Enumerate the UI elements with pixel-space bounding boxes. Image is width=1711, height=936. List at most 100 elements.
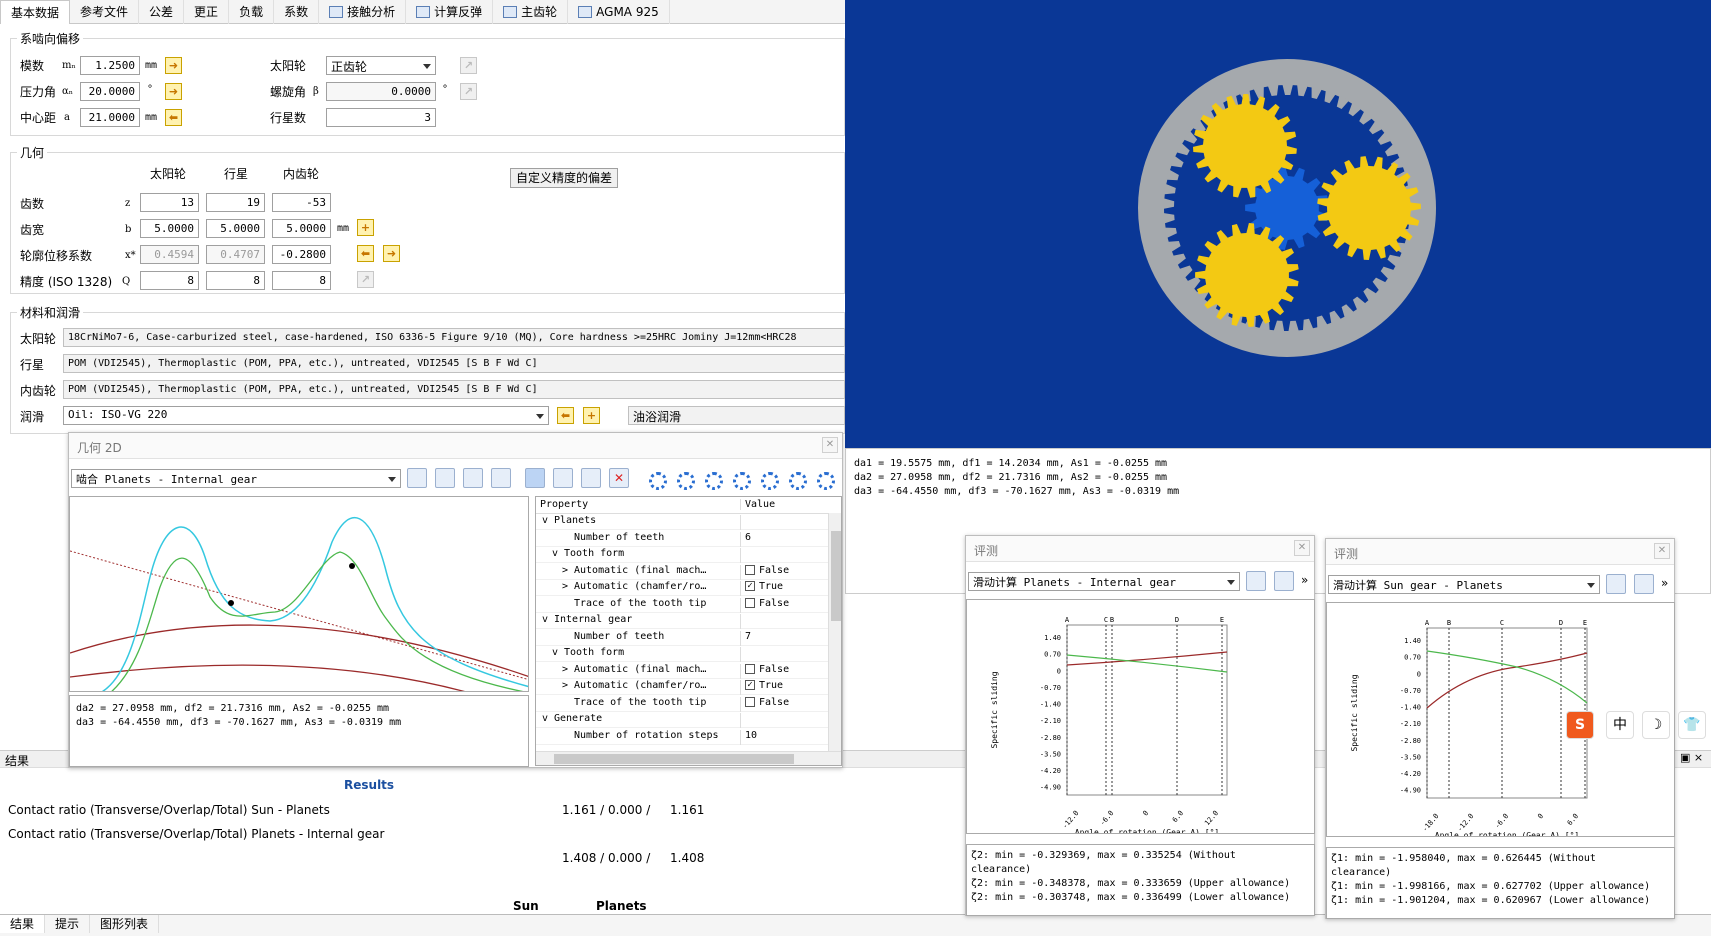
- profile-shift-arrow-left-icon[interactable]: ⬅: [357, 245, 374, 262]
- ring-width-input[interactable]: 5.0000: [272, 219, 331, 238]
- module-arrow-right-icon[interactable]: ➜: [165, 57, 182, 74]
- ring-quality-input[interactable]: 8: [272, 271, 331, 290]
- property-row[interactable]: v Internal gear: [536, 614, 841, 629]
- gear-tool-5-icon[interactable]: [757, 468, 779, 490]
- profile-shift-arrow-right-icon[interactable]: ➜: [383, 245, 400, 262]
- mesh-select[interactable]: 啮合 Planets - Internal gear: [71, 469, 401, 488]
- more-icon[interactable]: »: [1301, 573, 1308, 587]
- tab-modifications[interactable]: 更正: [184, 0, 230, 24]
- property-value[interactable]: ✓ True: [740, 581, 783, 596]
- center-distance-input[interactable]: 21.0000: [80, 108, 140, 127]
- checkbox[interactable]: [745, 597, 755, 608]
- face-width-plus-icon[interactable]: +: [357, 219, 374, 236]
- more-icon[interactable]: »: [1661, 576, 1668, 590]
- property-row[interactable]: > Automatic (final mach… False: [536, 663, 841, 679]
- bottom-tab-hints[interactable]: 提示: [45, 915, 91, 933]
- save-icon[interactable]: [1246, 571, 1266, 591]
- property-row[interactable]: v Planets: [536, 515, 841, 530]
- chevron-down-icon[interactable]: v: [552, 548, 558, 559]
- property-value[interactable]: 7: [740, 630, 751, 646]
- gear-tool-2-icon[interactable]: [673, 468, 695, 490]
- ring-teeth-input[interactable]: -53: [272, 193, 331, 212]
- checkbox[interactable]: ✓: [745, 680, 755, 690]
- property-row[interactable]: v Generate: [536, 713, 841, 728]
- ime-skin-icon[interactable]: 👕: [1678, 711, 1706, 739]
- sogou-ime-icon[interactable]: S: [1566, 711, 1594, 739]
- sun-shift-input[interactable]: 0.4594: [140, 245, 199, 264]
- property-grid-hscrollbar[interactable]: [536, 751, 841, 765]
- close-icon[interactable]: ✕: [822, 437, 838, 453]
- chevron-down-icon[interactable]: v: [542, 713, 548, 724]
- save-icon[interactable]: [407, 468, 427, 488]
- property-row[interactable]: Number of rotation steps 10: [536, 729, 841, 745]
- custom-accuracy-button[interactable]: 自定义精度的偏差: [510, 168, 618, 188]
- tooth-mesh-canvas[interactable]: [69, 496, 529, 692]
- gear-tool-7-icon[interactable]: [813, 468, 835, 490]
- export-icon[interactable]: [491, 468, 511, 488]
- print-icon[interactable]: [435, 468, 455, 488]
- tab-load[interactable]: 负载: [229, 0, 275, 24]
- bottom-tab-results[interactable]: 结果: [0, 915, 46, 933]
- print-preview-icon[interactable]: [463, 468, 483, 488]
- chevron-right-icon[interactable]: >: [562, 565, 568, 576]
- sun-teeth-input[interactable]: 13: [140, 193, 199, 212]
- property-value[interactable]: [740, 548, 745, 563]
- save-icon[interactable]: [1606, 574, 1626, 594]
- eval-2-select[interactable]: 滑动计算 Sun gear - Planets: [1328, 575, 1600, 594]
- ime-moon-icon[interactable]: ☽: [1642, 711, 1670, 739]
- pressure-angle-input[interactable]: 20.0000: [80, 82, 140, 101]
- property-value[interactable]: 6: [740, 531, 751, 547]
- center-distance-arrow-left-icon[interactable]: ⬅: [165, 109, 182, 126]
- planet-count-input[interactable]: 3: [326, 108, 436, 127]
- lubricant-arrow-left-icon[interactable]: ⬅: [557, 407, 574, 424]
- sun-gear-type-select[interactable]: 正齿轮: [326, 56, 436, 75]
- property-row[interactable]: v Tooth form: [536, 548, 841, 563]
- property-row[interactable]: Trace of the tooth tip False: [536, 597, 841, 613]
- planet-material-select[interactable]: POM (VDI2545), Thermoplastic (POM, PPA, …: [63, 354, 845, 373]
- close-icon[interactable]: ✕: [1294, 540, 1310, 556]
- bottom-tab-graphics-list[interactable]: 图形列表: [90, 915, 160, 933]
- planet-width-input[interactable]: 5.0000: [206, 219, 265, 238]
- planet-teeth-input[interactable]: 19: [206, 193, 265, 212]
- ring-shift-input[interactable]: -0.2800: [272, 245, 331, 264]
- chevron-right-icon[interactable]: >: [562, 581, 568, 592]
- print-icon[interactable]: [1634, 574, 1654, 594]
- property-value[interactable]: False: [740, 696, 789, 712]
- gear-3d-view[interactable]: [845, 0, 1711, 448]
- sun-type-action-icon[interactable]: ↗: [460, 57, 477, 74]
- scrollbar-thumb[interactable]: [831, 531, 841, 621]
- property-row[interactable]: Number of teeth 7: [536, 630, 841, 646]
- helix-angle-action-icon[interactable]: ↗: [460, 83, 477, 100]
- planet-quality-input[interactable]: 8: [206, 271, 265, 290]
- property-value[interactable]: 10: [740, 729, 757, 745]
- checkbox[interactable]: [745, 663, 755, 674]
- tab-reference-profile[interactable]: 参考文件: [70, 0, 140, 24]
- chevron-right-icon[interactable]: >: [562, 680, 568, 691]
- property-value[interactable]: False: [740, 564, 789, 580]
- ime-chinese-mode-icon[interactable]: 中: [1606, 711, 1634, 739]
- sun-quality-input[interactable]: 8: [140, 271, 199, 290]
- copy-icon[interactable]: [553, 468, 573, 488]
- lubricant-plus-icon[interactable]: +: [583, 407, 600, 424]
- property-value[interactable]: [740, 515, 745, 530]
- eval-1-chart-area[interactable]: Specific sliding Angle of rotation (Gear …: [966, 599, 1315, 837]
- tab-basic-data[interactable]: 基本数据: [0, 0, 71, 24]
- lubrication-type-select[interactable]: 油浴润滑: [628, 406, 845, 425]
- tab-master-gear[interactable]: 主齿轮: [493, 0, 569, 24]
- hscrollbar-thumb[interactable]: [554, 754, 794, 764]
- tab-rebound-calc[interactable]: 计算反弹: [406, 0, 494, 24]
- chevron-right-icon[interactable]: >: [562, 664, 568, 675]
- ring-material-select[interactable]: POM (VDI2545), Thermoplastic (POM, PPA, …: [63, 380, 845, 399]
- eval-1-select[interactable]: 滑动计算 Planets - Internal gear: [968, 572, 1240, 591]
- property-value[interactable]: [740, 614, 745, 629]
- tab-agma-925[interactable]: AGMA 925: [568, 0, 670, 24]
- property-value[interactable]: False: [740, 663, 789, 679]
- property-row[interactable]: Number of teeth 6: [536, 531, 841, 547]
- property-value[interactable]: [740, 713, 745, 728]
- chevron-down-icon[interactable]: v: [552, 647, 558, 658]
- property-row[interactable]: > Automatic (final mach… False: [536, 564, 841, 580]
- gear-tool-3-icon[interactable]: [701, 468, 723, 490]
- property-value[interactable]: [740, 647, 745, 662]
- import-icon[interactable]: [581, 468, 601, 488]
- property-value[interactable]: False: [740, 597, 789, 613]
